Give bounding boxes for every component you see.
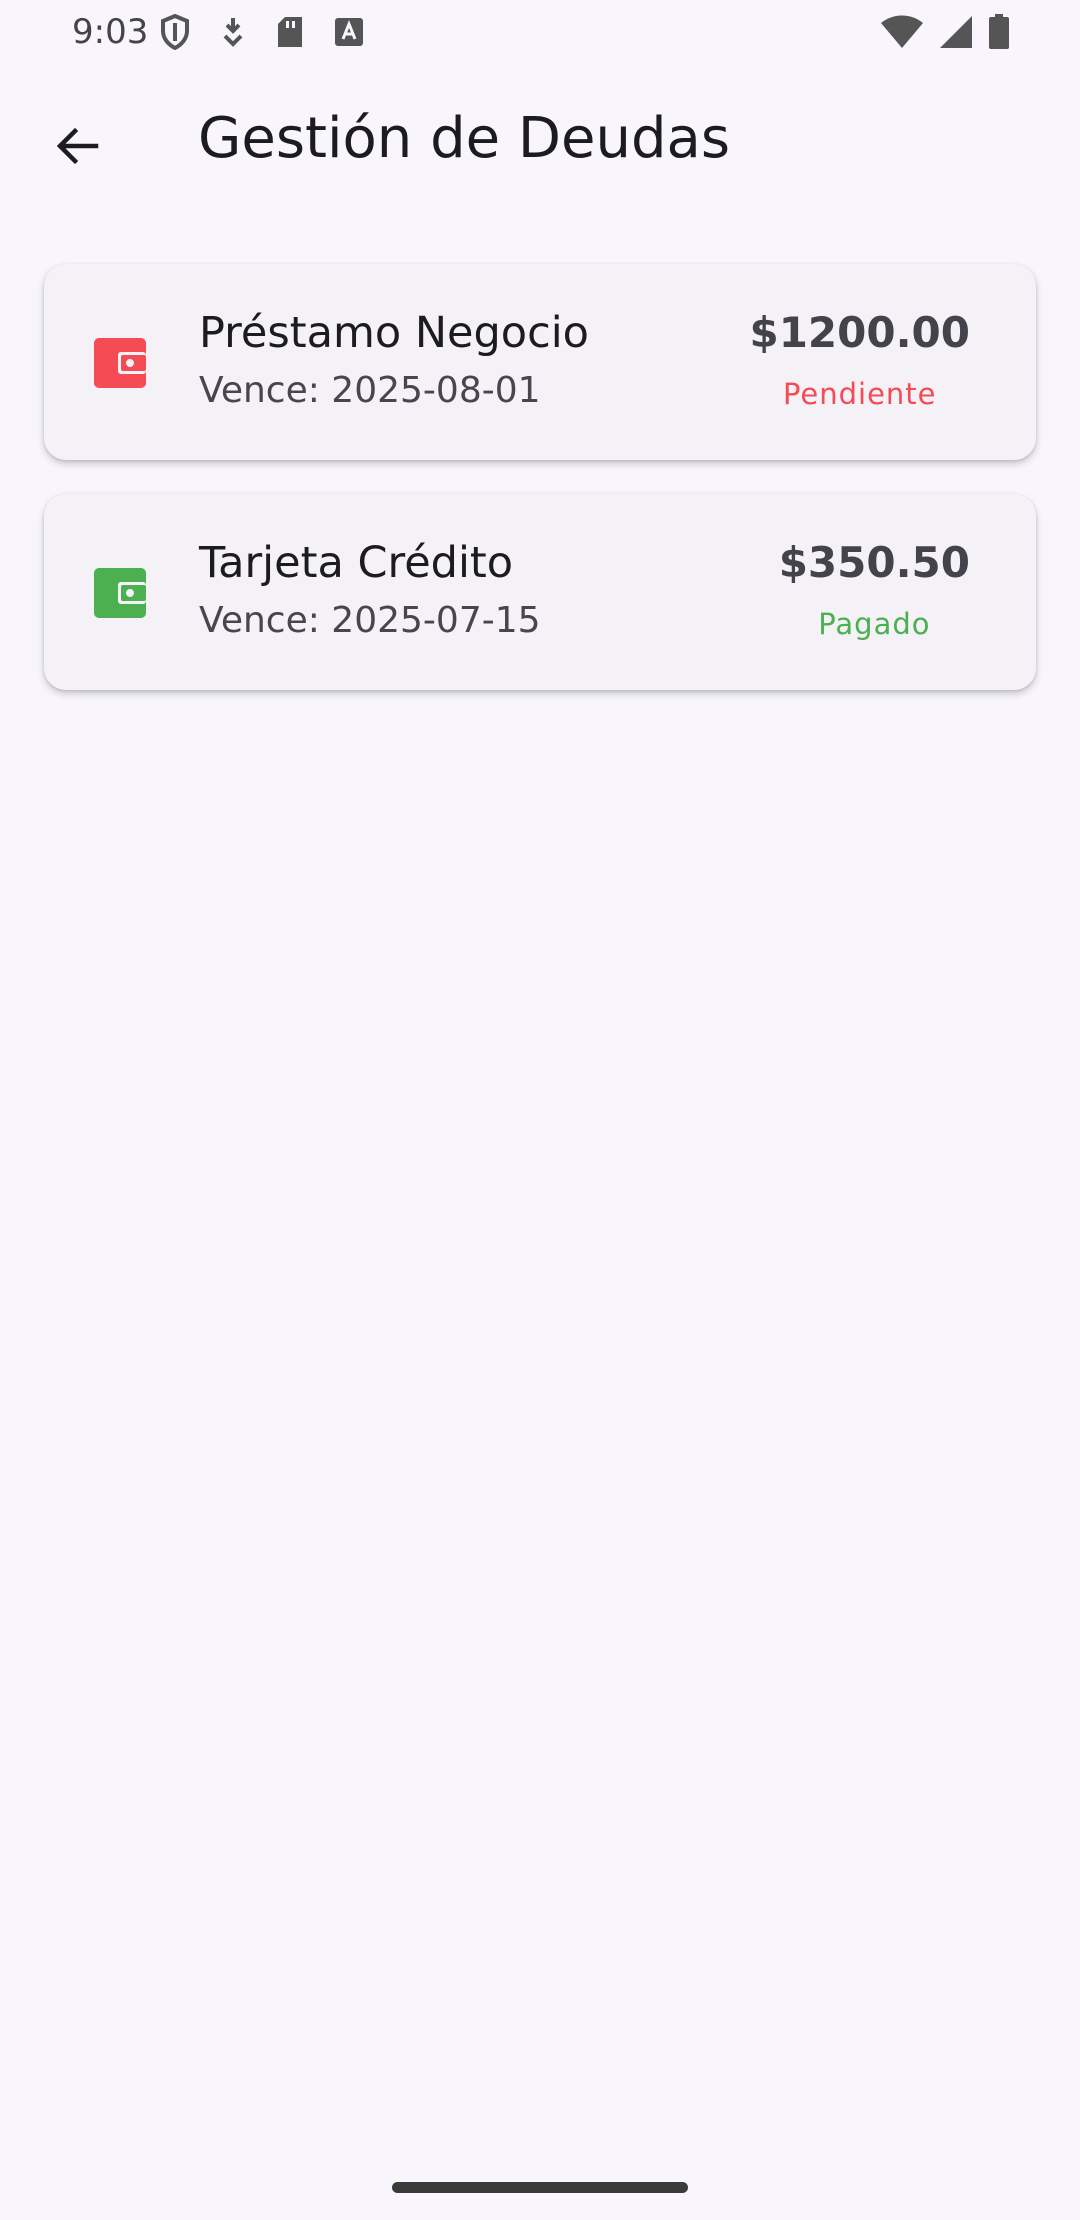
cell-signal-icon [940,16,972,48]
status-badge: Pagado [818,607,931,641]
debt-summary: $1200.00 Pendiente [749,308,970,411]
shield-icon [161,14,189,50]
page-title: Gestión de Deudas [198,106,730,171]
home-indicator[interactable] [392,2182,688,2193]
debt-list: Préstamo Negocio Vence: 2025-08-01 $1200… [44,264,1036,724]
back-button[interactable] [40,108,116,184]
status-bar: 9:03 [0,0,1080,66]
status-badge: Pendiente [782,377,937,411]
download-icon [223,18,243,47]
app-bar: Gestión de Deudas [0,66,1080,218]
debt-due-date: Vence: 2025-08-01 [199,370,541,411]
debt-card[interactable]: Préstamo Negocio Vence: 2025-08-01 $1200… [44,264,1036,460]
status-time: 9:03 [72,12,149,52]
status-icons-left [160,14,364,50]
debt-due-date: Vence: 2025-07-15 [199,600,541,641]
font-a-icon [335,18,363,46]
sd-card-icon [278,17,302,47]
wallet-icon [94,338,146,388]
debt-amount: $1200.00 [749,308,970,357]
debt-name: Tarjeta Crédito [199,538,514,588]
arrow-back-icon [56,127,99,165]
status-icons-right [880,14,1010,50]
wallet-icon [94,568,146,618]
debt-amount: $350.50 [778,538,970,587]
battery-icon [989,14,1009,49]
wifi-icon [881,15,923,48]
debt-card[interactable]: Tarjeta Crédito Vence: 2025-07-15 $350.5… [44,494,1036,690]
debt-summary: $350.50 Pagado [779,538,970,641]
debt-name: Préstamo Negocio [199,308,589,358]
